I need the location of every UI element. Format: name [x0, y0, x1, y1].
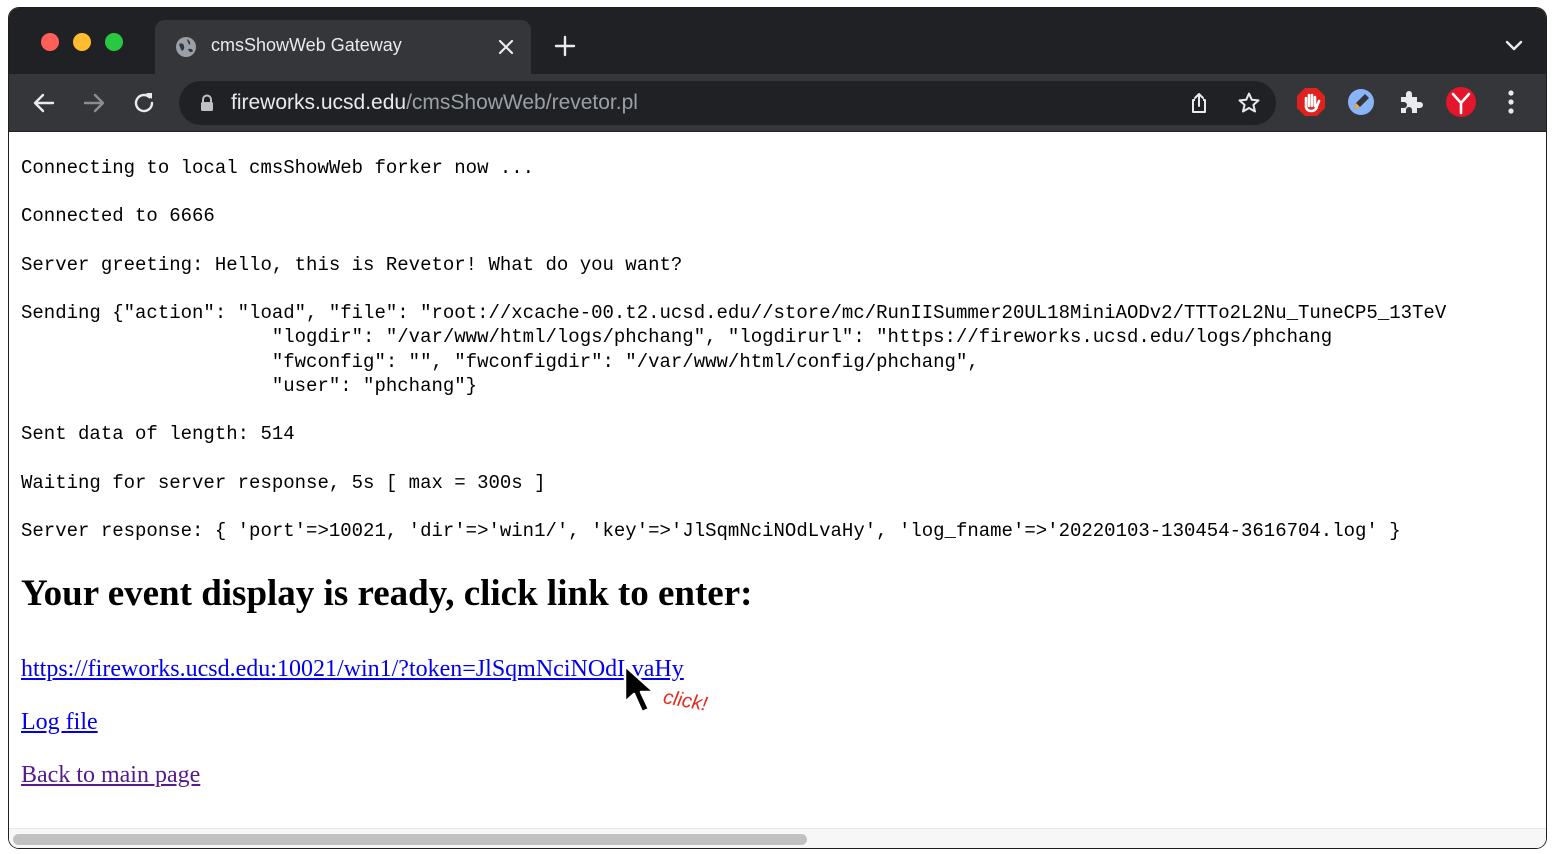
event-display-link[interactable]: https://fireworks.ucsd.edu:10021/win1/?t… — [21, 656, 684, 683]
back-to-main-page-link[interactable]: Back to main page — [21, 762, 200, 789]
reload-icon[interactable] — [129, 88, 159, 118]
scrollbar-thumb[interactable] — [13, 834, 807, 845]
puzzle-icon[interactable] — [1395, 86, 1427, 118]
page-heading: Your event display is ready, click link … — [21, 573, 753, 614]
url-text[interactable]: fireworks.ucsd.edu/cmsShowWeb/revetor.pl — [231, 91, 638, 115]
close-window-button[interactable] — [41, 33, 59, 51]
kebab-menu-icon[interactable] — [1495, 86, 1527, 118]
tab-active[interactable]: cmsShowWeb Gateway — [155, 20, 531, 74]
share-icon[interactable] — [1187, 91, 1211, 115]
close-icon[interactable] — [495, 36, 517, 58]
y-extension-icon[interactable] — [1445, 86, 1477, 118]
stop-hand-extension-icon[interactable] — [1295, 86, 1327, 118]
pen-extension-icon[interactable] — [1345, 86, 1377, 118]
browser-window: cmsShowWeb Gateway fireworks.ucsd.edu/cm… — [9, 8, 1546, 848]
zoom-window-button[interactable] — [105, 33, 123, 51]
server-log-output: Connecting to local cmsShowWeb forker no… — [21, 157, 1447, 543]
arrow-left-icon[interactable] — [29, 88, 59, 118]
star-icon[interactable] — [1237, 91, 1261, 115]
lock-icon[interactable] — [199, 94, 215, 112]
address-bar[interactable]: fireworks.ucsd.edu/cmsShowWeb/revetor.pl — [179, 81, 1276, 125]
tab-title: cmsShowWeb Gateway — [211, 35, 402, 55]
log-file-link[interactable]: Log file — [21, 709, 98, 736]
page-content: Connecting to local cmsShowWeb forker no… — [9, 132, 1546, 848]
horizontal-scrollbar[interactable] — [9, 828, 1546, 848]
mouse-pointer-icon — [623, 664, 656, 714]
plus-icon[interactable] — [553, 34, 577, 58]
click-annotation: click! — [661, 686, 710, 716]
arrow-right-icon[interactable] — [79, 88, 109, 118]
minimize-window-button[interactable] — [73, 33, 91, 51]
chevron-down-icon[interactable] — [1504, 38, 1524, 54]
url-path: /cmsShowWeb/revetor.pl — [406, 91, 638, 114]
globe-icon — [176, 37, 196, 57]
tab-strip: cmsShowWeb Gateway — [9, 8, 1546, 74]
url-host: fireworks.ucsd.edu — [231, 91, 407, 114]
browser-toolbar: fireworks.ucsd.edu/cmsShowWeb/revetor.pl — [9, 74, 1546, 132]
